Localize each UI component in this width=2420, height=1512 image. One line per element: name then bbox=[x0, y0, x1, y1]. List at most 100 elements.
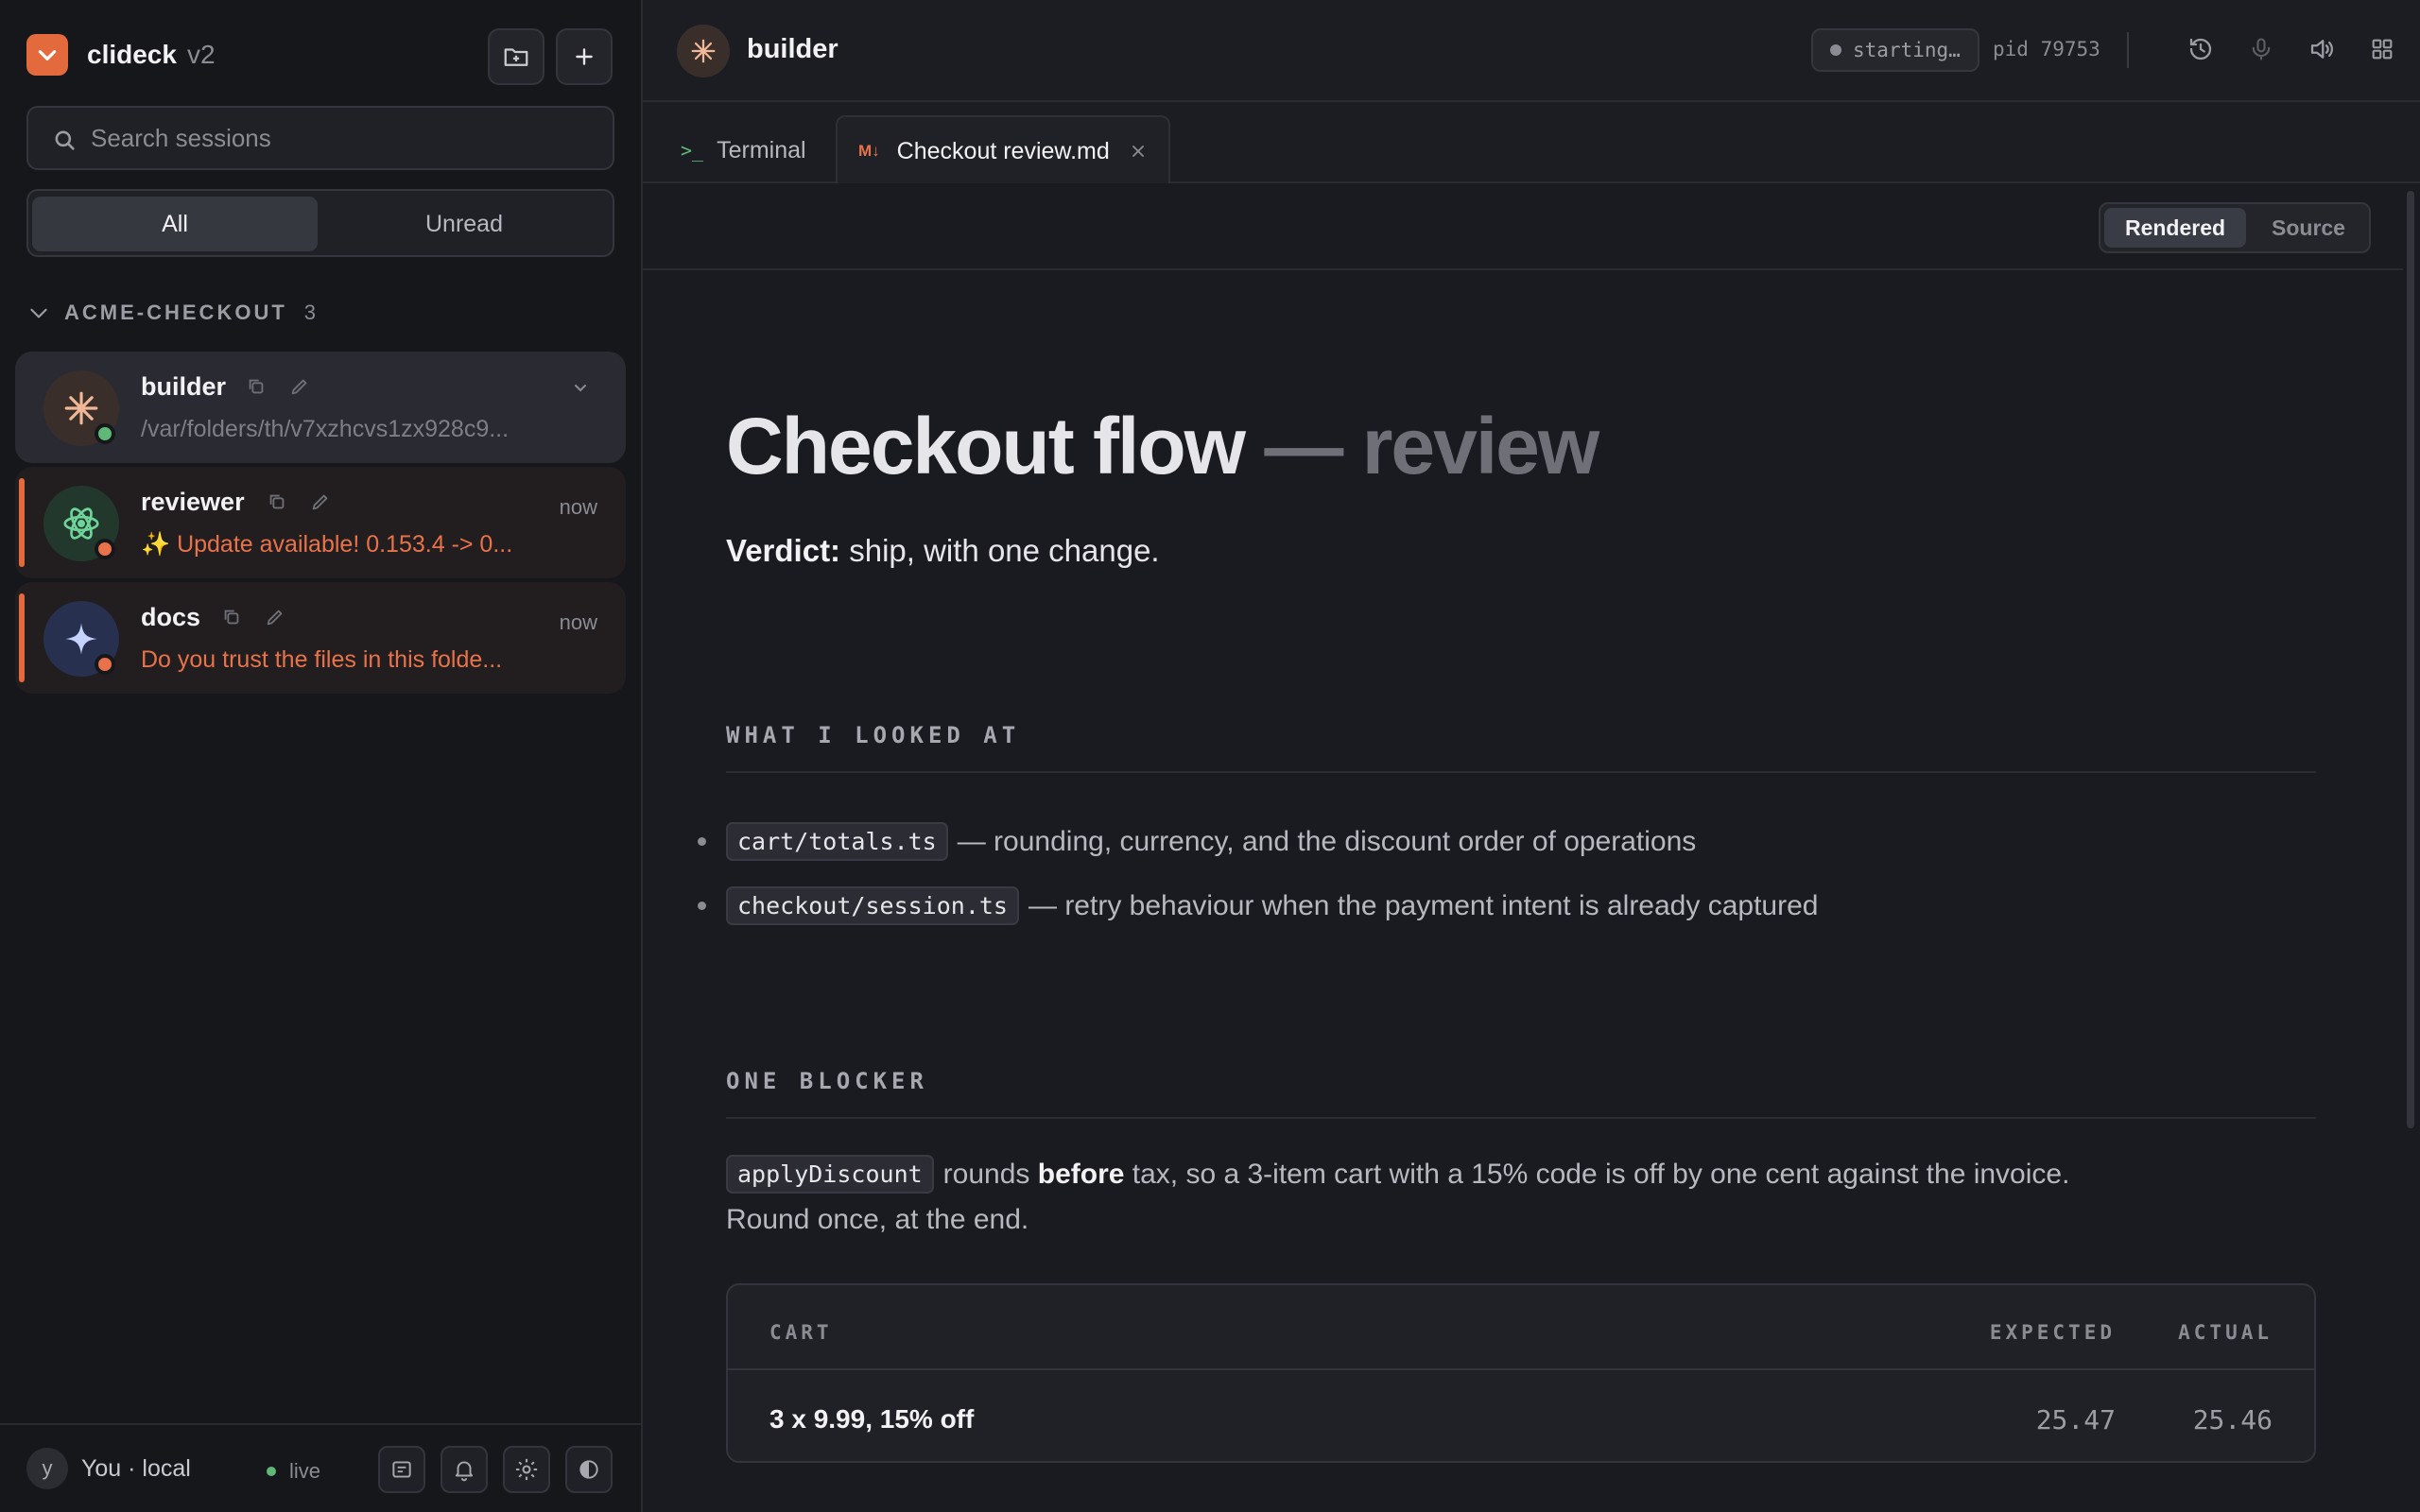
bullet bbox=[698, 902, 706, 910]
column-header: ACTUAL bbox=[2178, 1321, 2273, 1344]
column-header: EXPECTED bbox=[1989, 1321, 2116, 1344]
comparison-table: CART EXPECTED ACTUAL 3 x 9.99, 15% off 2… bbox=[726, 1283, 2316, 1463]
search-input[interactable] bbox=[91, 108, 592, 168]
new-folder-button[interactable] bbox=[488, 28, 544, 85]
filter-unread-button[interactable]: Unread bbox=[321, 197, 607, 251]
app-version: v2 bbox=[187, 40, 216, 69]
speaker-icon bbox=[2310, 40, 2333, 59]
status-label: starting… bbox=[1853, 39, 1961, 61]
session-filter: All Unread bbox=[26, 189, 614, 257]
session-message: ✨ Update available! 0.153.4 -> 0... bbox=[141, 531, 513, 558]
blocker-paragraph: applyDiscount rounds before tax, so a 3-… bbox=[726, 1155, 2069, 1194]
group-header[interactable]: ACME-CHECKOUT 3 bbox=[26, 301, 317, 325]
theme-toggle-button[interactable] bbox=[565, 1446, 613, 1493]
view-mode-bar: Rendered Source bbox=[643, 183, 2403, 270]
main-panel: builder starting… pid 79753 >_ Terminal … bbox=[643, 0, 2420, 1512]
verdict-text: ship, with one change. bbox=[840, 533, 1160, 568]
paragraph-text: rounds bbox=[942, 1158, 1038, 1190]
copy-icon[interactable] bbox=[267, 491, 287, 512]
table-cell: 25.46 bbox=[2192, 1404, 2273, 1435]
connection-status: live bbox=[267, 1459, 320, 1484]
title-main: Checkout flow bbox=[726, 402, 1246, 490]
table-header: CART EXPECTED ACTUAL bbox=[728, 1285, 2314, 1370]
search-box bbox=[26, 106, 614, 170]
table-cell: 3 x 9.99, 15% off bbox=[769, 1404, 975, 1434]
online-status-dot bbox=[95, 423, 115, 444]
microphone-icon bbox=[2252, 38, 2271, 60]
verdict-label: Verdict: bbox=[726, 533, 841, 568]
section-heading: ONE BLOCKER bbox=[726, 1068, 928, 1094]
tab-label: Checkout review.md bbox=[896, 137, 1110, 164]
document-title: Checkout flow — review bbox=[726, 401, 1599, 492]
copy-icon[interactable] bbox=[246, 376, 267, 397]
filter-all-button[interactable]: All bbox=[32, 197, 318, 251]
inline-code: applyDiscount bbox=[726, 1155, 934, 1194]
session-item-builder[interactable]: builder /var/folders/th/v7xzhcvs1zx928c9… bbox=[15, 352, 626, 463]
grid-icon bbox=[2372, 39, 2393, 60]
markdown-viewer: Rendered Source Checkout flow — review V… bbox=[643, 183, 2420, 1512]
bullet bbox=[698, 837, 706, 846]
folder-plus-icon bbox=[504, 48, 528, 66]
user-avatar[interactable]: y bbox=[26, 1448, 68, 1489]
session-item-docs[interactable]: docs now Do you trust the files in this … bbox=[15, 582, 626, 694]
divider bbox=[2127, 32, 2129, 68]
layout-button[interactable] bbox=[2365, 32, 2399, 66]
session-name: docs bbox=[141, 603, 201, 631]
app-logo-icon bbox=[26, 34, 68, 76]
process-id: pid 79753 bbox=[1993, 38, 2100, 60]
new-session-button[interactable] bbox=[556, 28, 613, 85]
volume-button[interactable] bbox=[2305, 32, 2339, 66]
session-avatar bbox=[677, 25, 730, 77]
gear-icon bbox=[515, 1458, 538, 1481]
session-item-reviewer[interactable]: reviewer now ✨ Update available! 0.153.4… bbox=[15, 467, 626, 578]
paragraph-line: Round once, at the end. bbox=[726, 1204, 1029, 1235]
group-count: 3 bbox=[303, 301, 318, 324]
column-header: CART bbox=[769, 1321, 833, 1344]
sidebar: clideck v2 All Unread ACME-CHECKOUT 3 bu… bbox=[0, 0, 643, 1512]
section-heading: WHAT I LOOKED AT bbox=[726, 722, 1021, 748]
notes-button[interactable] bbox=[378, 1446, 425, 1493]
session-message: Do you trust the files in this folde... bbox=[141, 646, 503, 673]
scrollbar-thumb[interactable] bbox=[2407, 191, 2414, 1128]
atom-icon bbox=[63, 507, 99, 540]
bell-icon bbox=[455, 1461, 474, 1482]
status-badge: starting… bbox=[1811, 28, 1979, 72]
table-cell: 25.47 bbox=[2035, 1404, 2116, 1435]
sidebar-footer: y You · local live bbox=[0, 1423, 641, 1512]
copy-icon[interactable] bbox=[221, 607, 242, 627]
divider bbox=[726, 771, 2316, 773]
emphasis: before bbox=[1037, 1158, 1125, 1190]
alert-status-dot bbox=[95, 539, 115, 559]
tab-checkout-review[interactable]: M↓ Checkout review.md bbox=[836, 115, 1170, 185]
plus-icon bbox=[576, 48, 593, 65]
inline-code: cart/totals.ts bbox=[726, 822, 948, 861]
source-button[interactable]: Source bbox=[2250, 208, 2367, 248]
alert-status-dot bbox=[95, 654, 115, 675]
history-button[interactable] bbox=[2184, 32, 2218, 66]
edit-icon[interactable] bbox=[289, 376, 310, 397]
tab-bar: >_ Terminal M↓ Checkout review.md bbox=[643, 102, 2420, 185]
tab-terminal[interactable]: >_ Terminal bbox=[681, 115, 806, 185]
chevron-down-icon[interactable] bbox=[569, 376, 592, 399]
edit-icon[interactable] bbox=[265, 607, 285, 627]
microphone-button[interactable] bbox=[2244, 32, 2278, 66]
view-mode-toggle: Rendered Source bbox=[2099, 202, 2371, 253]
edit-icon[interactable] bbox=[310, 491, 331, 512]
list-item-text: — rounding, currency, and the discount o… bbox=[957, 825, 1697, 857]
title-suffix: — review bbox=[1244, 402, 1599, 490]
paragraph-text: tax, so a 3-item cart with a 15% code is… bbox=[1124, 1158, 2070, 1190]
close-icon[interactable] bbox=[1129, 142, 1148, 161]
session-path: /var/folders/th/v7xzhcvs1zx928c9... bbox=[141, 416, 510, 442]
app-name: clideck bbox=[87, 40, 177, 69]
notifications-button[interactable] bbox=[441, 1446, 488, 1493]
session-header: builder starting… pid 79753 bbox=[643, 0, 2420, 102]
unread-indicator bbox=[19, 478, 25, 567]
sunburst-icon bbox=[691, 39, 716, 63]
verdict: Verdict: ship, with one change. bbox=[726, 533, 1160, 569]
rendered-button[interactable]: Rendered bbox=[2104, 208, 2246, 248]
history-icon bbox=[2189, 38, 2212, 60]
search-icon bbox=[55, 130, 75, 150]
settings-button[interactable] bbox=[503, 1446, 550, 1493]
markdown-icon: M↓ bbox=[858, 142, 880, 160]
terminal-icon: >_ bbox=[681, 139, 704, 162]
